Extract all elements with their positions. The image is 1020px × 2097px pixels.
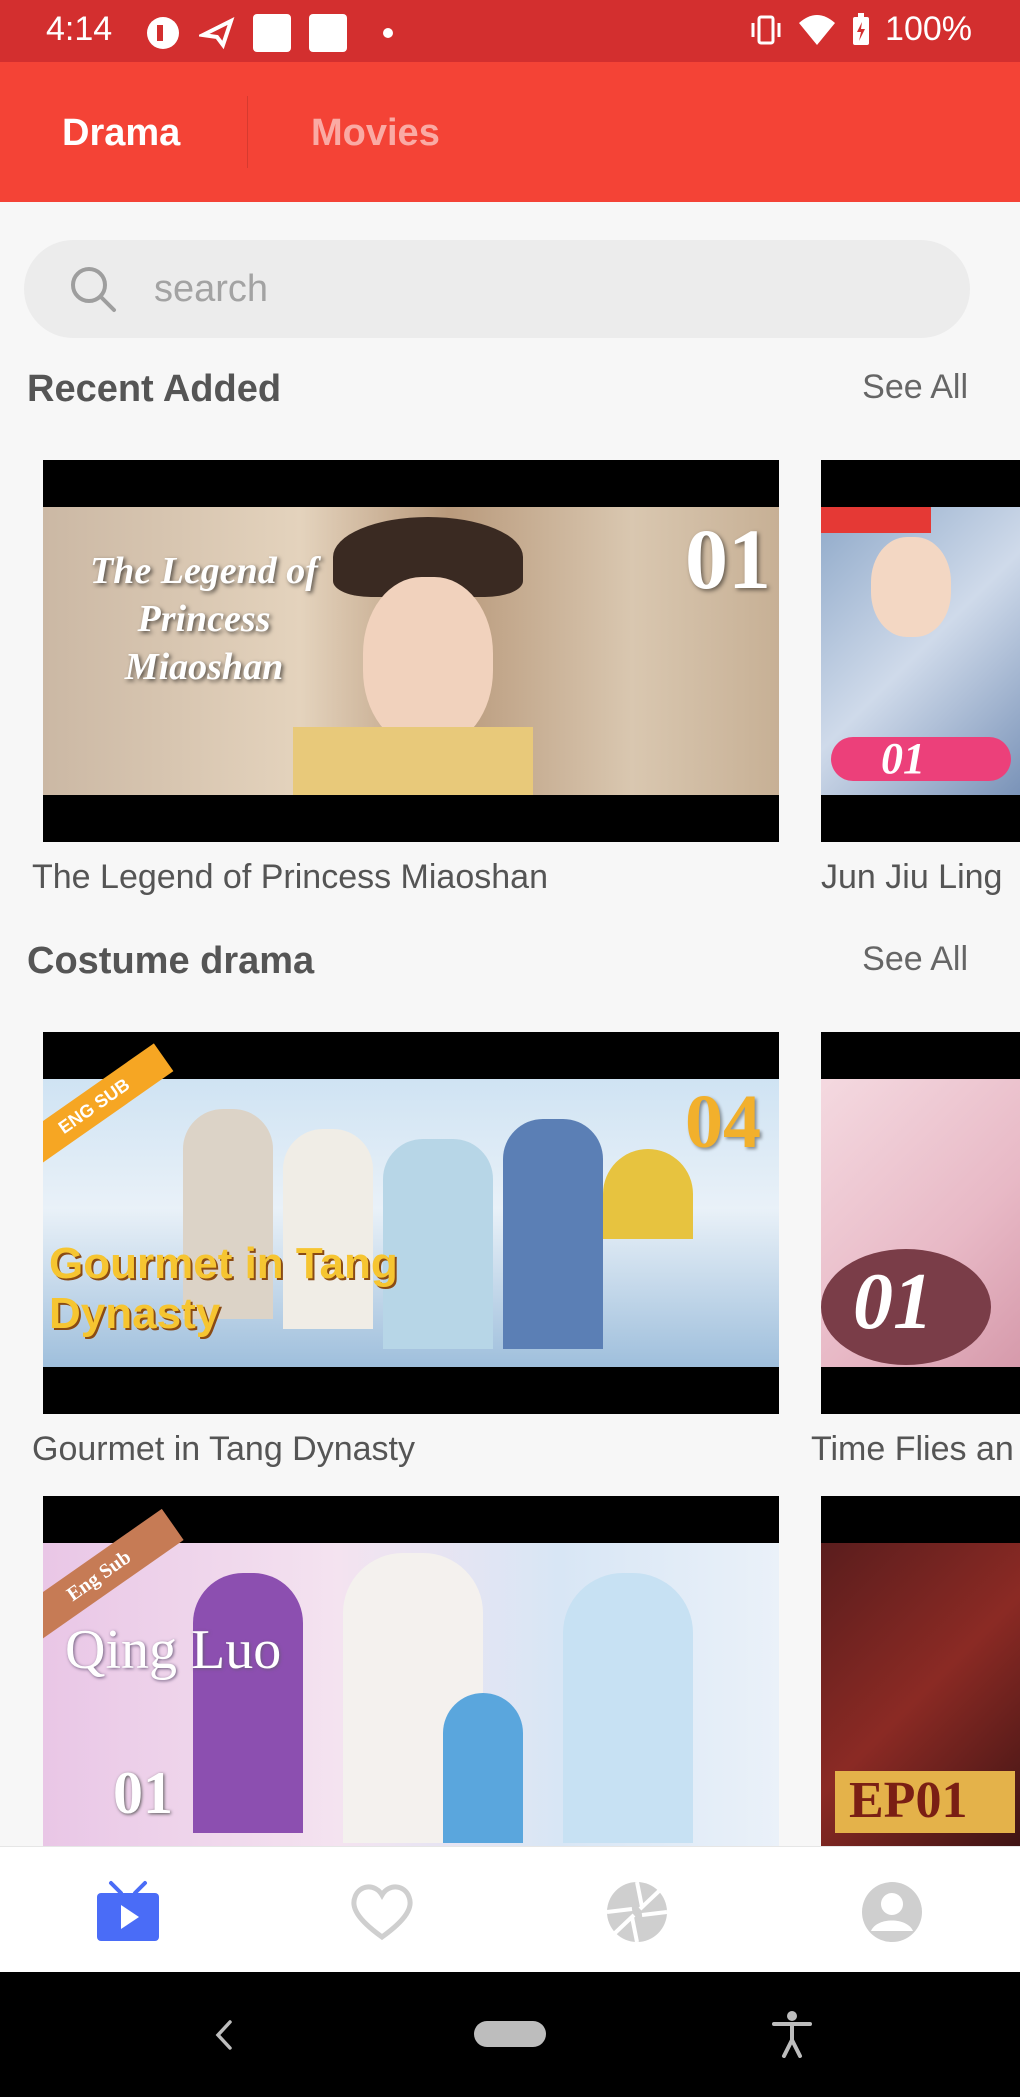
tab-movies[interactable]: Movies (311, 112, 440, 155)
search-bar[interactable] (24, 240, 970, 338)
drama-card-ep01[interactable]: EP01 (821, 1496, 1020, 1846)
poster-robe (293, 727, 533, 795)
card-title[interactable]: Time Flies an (811, 1430, 1014, 1469)
more-notifications-icon (383, 28, 393, 38)
drama-card-time-flies[interactable]: 01 (821, 1032, 1020, 1414)
app-bar: Drama Movies (0, 62, 1020, 202)
episode-number: 01 (881, 734, 925, 783)
status-time: 4:14 (46, 10, 113, 48)
battery-icon (853, 12, 870, 45)
poster-face (871, 537, 951, 637)
episode-number: 01 (853, 1258, 933, 1346)
search-input[interactable] (154, 260, 934, 318)
poster-image: 01 (821, 507, 1020, 795)
drama-card-qing-luo[interactable]: Eng Sub Qing Luo 01 (43, 1496, 779, 1846)
poster-child (443, 1693, 523, 1843)
section-title-costume-drama: Costume drama (27, 940, 315, 982)
bottom-navigation (0, 1846, 1020, 1972)
drama-card-gourmet[interactable]: ENG SUB Gourmet in Tang Dynasty 04 (43, 1032, 779, 1414)
section-title-recent-added: Recent Added (27, 368, 282, 410)
home-pill[interactable] (474, 2021, 546, 2047)
card-title[interactable]: The Legend of Princess Miaoshan (32, 858, 548, 897)
drama-card-jun-jiu-ling[interactable]: 01 (821, 460, 1020, 842)
battery-percent: 100% (885, 10, 972, 48)
tab-drama[interactable]: Drama (62, 112, 180, 155)
episode-number: EP01 (849, 1772, 968, 1829)
poster-image: Eng Sub Qing Luo 01 (43, 1508, 779, 1846)
app-notification-icon (147, 17, 179, 49)
poster-title-text: The Legend of Princess Miaoshan (90, 550, 318, 688)
search-icon (71, 267, 116, 312)
poster-image: 01 (821, 1079, 1020, 1367)
status-bar: 4:14 100% (0, 0, 1020, 62)
card-title[interactable]: Jun Jiu Ling (821, 858, 1002, 897)
poster-image: ENG SUB Gourmet in Tang Dynasty 04 (43, 1043, 779, 1367)
tab-divider (247, 96, 248, 168)
account-icon[interactable] (857, 1877, 927, 1947)
poster-logo (821, 507, 931, 533)
notification-icons (145, 14, 393, 52)
square-notification-icon (253, 14, 291, 52)
tv-play-icon[interactable] (93, 1877, 163, 1947)
poster-image: EP01 (821, 1543, 1020, 1846)
episode-number: 01 (113, 1760, 173, 1826)
see-all-costume-drama[interactable]: See All (862, 940, 968, 979)
heart-icon[interactable] (347, 1877, 417, 1947)
system-status: 100% (749, 10, 972, 49)
aperture-icon[interactable] (602, 1877, 672, 1947)
episode-number: 04 (685, 1080, 761, 1164)
wifi-icon (799, 14, 836, 45)
poster-fan (603, 1149, 693, 1239)
accessibility-icon[interactable] (772, 2010, 812, 2058)
eng-sub-badge: ENG SUB (43, 1043, 174, 1169)
poster-face (363, 577, 493, 747)
episode-number: 01 (685, 511, 771, 607)
poster-figure (193, 1573, 303, 1833)
vibrate-icon (751, 15, 781, 44)
system-navigation-bar (0, 1972, 1020, 2097)
drama-card-miaoshan[interactable]: The Legend of Princess Miaoshan 01 (43, 460, 779, 842)
send-notification-icon (199, 17, 235, 50)
poster-title-text: Qing Luo (65, 1619, 282, 1681)
poster-figure-4 (503, 1119, 603, 1349)
see-all-recent-added[interactable]: See All (862, 368, 968, 407)
square-notification-icon-2 (309, 14, 347, 52)
poster-image: The Legend of Princess Miaoshan 01 (43, 507, 779, 795)
poster-title-text: Gourmet in Tang Dynasty (49, 1239, 398, 1338)
card-title[interactable]: Gourmet in Tang Dynasty (32, 1430, 415, 1469)
back-icon[interactable] (212, 2018, 236, 2052)
poster-figure-3 (563, 1573, 693, 1843)
